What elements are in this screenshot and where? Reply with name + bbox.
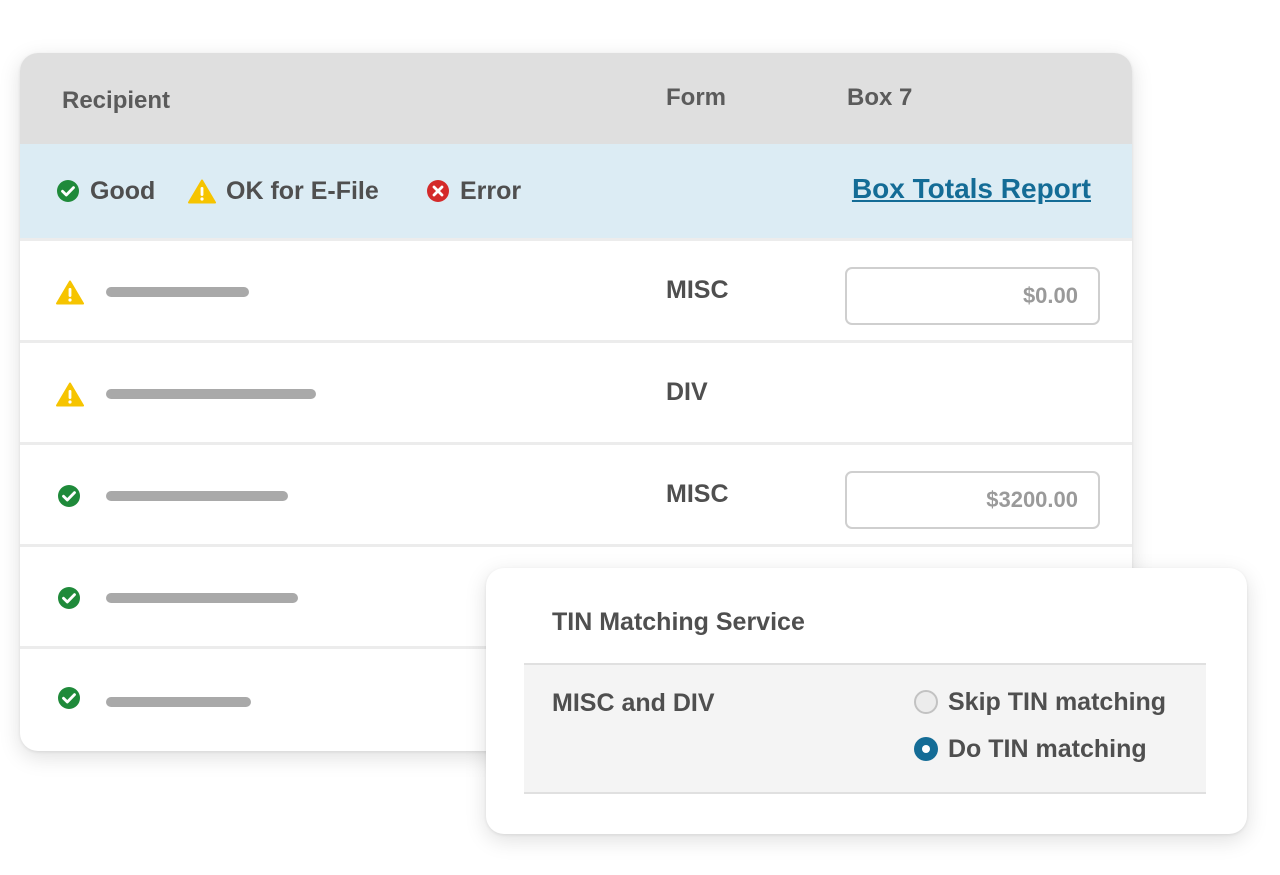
table-row[interactable]: MISC $0.00 — [20, 238, 1132, 340]
warning-icon — [56, 382, 84, 407]
column-header-box7[interactable]: Box 7 — [847, 84, 912, 112]
legend-error: Error — [426, 176, 521, 206]
tin-matching-options: MISC and DIV Skip TIN matching Do TIN ma… — [524, 663, 1206, 794]
column-header-recipient[interactable]: Recipient — [62, 87, 170, 115]
check-circle-icon — [58, 485, 80, 507]
warning-icon — [56, 280, 84, 305]
legend-good: Good — [56, 176, 155, 206]
box7-amount-input[interactable]: $0.00 — [845, 267, 1100, 325]
check-circle-icon — [58, 587, 80, 609]
recipient-name-placeholder — [106, 389, 316, 399]
box7-amount-input[interactable]: $3200.00 — [845, 471, 1100, 529]
skip-tin-matching-label[interactable]: Skip TIN matching — [948, 688, 1166, 717]
table-header: Recipient Form Box 7 — [20, 53, 1132, 144]
radio-selected-icon[interactable] — [914, 737, 938, 761]
radio-unselected-icon[interactable] — [914, 690, 938, 714]
box-totals-report-link[interactable]: Box Totals Report — [852, 173, 1091, 205]
recipient-name-placeholder — [106, 287, 249, 297]
recipient-name-placeholder — [106, 491, 288, 501]
do-tin-matching-label[interactable]: Do TIN matching — [948, 735, 1147, 764]
recipient-name-placeholder — [106, 697, 251, 707]
table-row[interactable]: DIV — [20, 340, 1132, 442]
tin-matching-panel: TIN Matching Service MISC and DIV Skip T… — [486, 568, 1247, 834]
status-legend: Good OK for E-File Error Box Totals Repo… — [20, 144, 1132, 238]
check-circle-icon — [58, 687, 80, 709]
forms-label: MISC and DIV — [552, 689, 715, 717]
skip-tin-matching-option[interactable]: Skip TIN matching — [914, 687, 1166, 717]
legend-error-label: Error — [460, 176, 522, 205]
form-type: MISC — [666, 480, 729, 508]
form-type: DIV — [666, 378, 708, 406]
recipient-name-placeholder — [106, 593, 298, 603]
legend-ok-efile-label: OK for E-File — [226, 176, 379, 205]
warning-icon — [188, 179, 216, 203]
legend-ok-efile: OK for E-File — [188, 176, 379, 206]
form-type: MISC — [666, 276, 729, 304]
panel-title: TIN Matching Service — [552, 608, 805, 636]
legend-good-label: Good — [90, 176, 156, 205]
column-header-form[interactable]: Form — [666, 84, 726, 112]
table-row[interactable]: MISC $3200.00 — [20, 442, 1132, 544]
do-tin-matching-option[interactable]: Do TIN matching — [914, 734, 1147, 764]
error-circle-icon — [427, 180, 449, 202]
check-circle-icon — [57, 180, 79, 202]
